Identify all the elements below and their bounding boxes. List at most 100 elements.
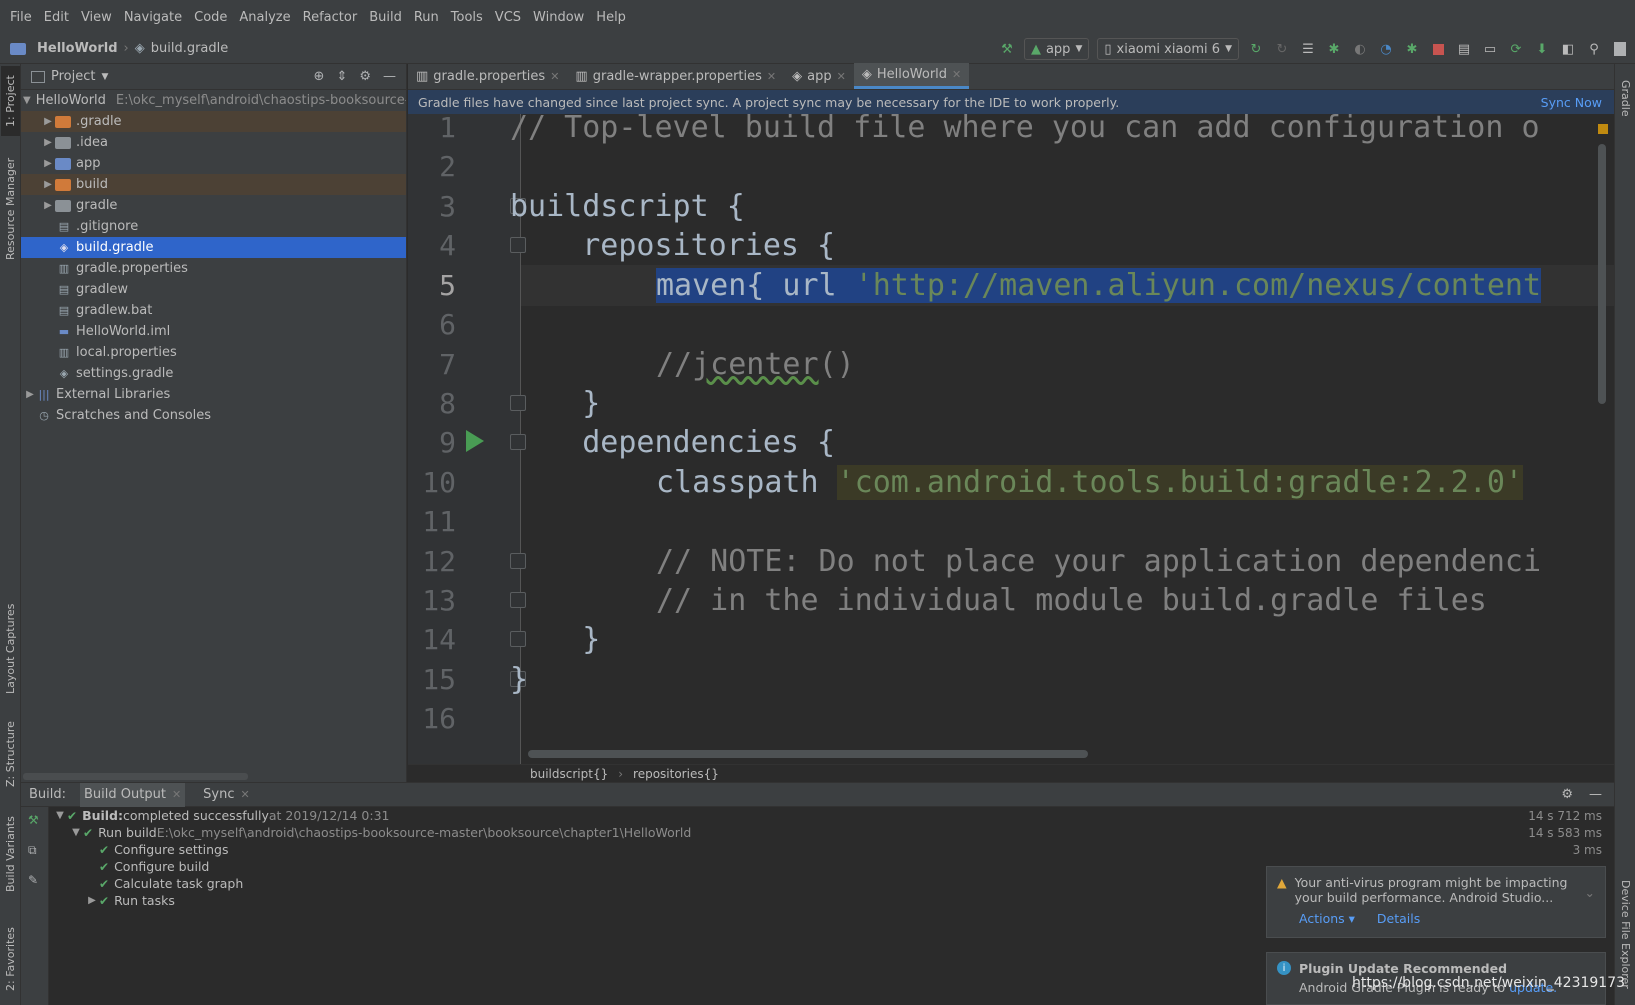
tab-helloworld[interactable]: ◈ HelloWorld ✕: [853, 63, 970, 89]
structure-tab[interactable]: Z: Structure: [1, 714, 20, 794]
tree-item-local-properties[interactable]: ▥ local.properties: [21, 342, 406, 363]
code-area[interactable]: // Top-level build file where you can ad…: [510, 114, 1614, 764]
menu-tools[interactable]: Tools: [445, 10, 489, 25]
gradle-tool-tab[interactable]: Gradle: [1616, 68, 1635, 128]
debug-icon[interactable]: ✱: [1325, 40, 1343, 58]
tab-sync[interactable]: Sync ✕: [199, 783, 254, 807]
locate-icon[interactable]: ⊕: [314, 69, 325, 84]
gear-icon[interactable]: ⚙: [1561, 787, 1573, 802]
expanded-arrow-icon[interactable]: ▼: [69, 827, 83, 838]
tree-item-idea[interactable]: ▶ .idea: [21, 132, 406, 153]
rerun-icon[interactable]: ↻: [1247, 40, 1265, 58]
layout-captures-tab[interactable]: Layout Captures: [1, 594, 20, 704]
build-variants-tab[interactable]: Build Variants: [1, 809, 20, 899]
menu-edit[interactable]: Edit: [38, 10, 75, 25]
hide-icon[interactable]: —: [383, 69, 396, 84]
close-icon[interactable]: ✕: [241, 788, 250, 801]
pin-icon[interactable]: ✎: [28, 873, 42, 887]
make-project-icon[interactable]: ⚒: [998, 40, 1016, 58]
tree-item-external-libraries[interactable]: ▶ ||| External Libraries: [21, 384, 406, 405]
hide-icon[interactable]: —: [1589, 787, 1602, 802]
collapsed-arrow-icon[interactable]: ▶: [23, 389, 37, 400]
collapsed-arrow-icon[interactable]: ▶: [41, 116, 55, 127]
tree-item-root[interactable]: ▼ HelloWorld E:\okc_myself\android\chaos…: [21, 90, 406, 111]
device-selector[interactable]: ▯ xiaomi xiaomi 6 ▼: [1097, 38, 1239, 60]
tab-app[interactable]: ◈ app ✕: [784, 63, 854, 89]
menu-vcs[interactable]: VCS: [489, 10, 527, 25]
tree-item-settings-gradle[interactable]: ◈ settings.gradle: [21, 363, 406, 384]
tree-item-scratches[interactable]: ◷ Scratches and Consoles: [21, 405, 406, 426]
tree-item-gradle-properties[interactable]: ▥ gradle.properties: [21, 258, 406, 279]
run-config-selector[interactable]: ▲ app ▼: [1023, 38, 1090, 60]
collapsed-arrow-icon[interactable]: ▶: [41, 158, 55, 169]
menu-navigate[interactable]: Navigate: [118, 10, 188, 25]
search-icon[interactable]: ⚲: [1585, 40, 1603, 58]
hammer-icon[interactable]: ⚒: [28, 813, 42, 827]
expanded-arrow-icon[interactable]: ▼: [23, 95, 31, 106]
tab-build-output[interactable]: Build Output ✕: [80, 782, 186, 807]
gear-icon[interactable]: ⚙: [359, 69, 371, 84]
editor-crumb[interactable]: repositories{}: [633, 767, 719, 781]
actions-link[interactable]: Actions ▾: [1299, 911, 1355, 926]
collapsed-arrow-icon[interactable]: ▶: [85, 895, 99, 906]
collapsed-arrow-icon[interactable]: ▶: [41, 200, 55, 211]
tree-item-gradlew-bat[interactable]: ▤ gradlew.bat: [21, 300, 406, 321]
chevron-down-icon[interactable]: ⌄: [1585, 875, 1595, 905]
warning-marker[interactable]: [1598, 124, 1608, 134]
sync-gradle-icon[interactable]: ⟳: [1507, 40, 1525, 58]
tree-item-build[interactable]: ▶ build: [21, 174, 406, 195]
tree-item-iml[interactable]: ▬ HelloWorld.iml: [21, 321, 406, 342]
build-row[interactable]: ▼ ✔ Build: completed successfully at 201…: [53, 807, 1614, 824]
collapsed-arrow-icon[interactable]: ▶: [41, 137, 55, 148]
build-row[interactable]: ▼ ✔ Run build E:\okc_myself\android\chao…: [53, 824, 1614, 841]
layout-inspector-icon[interactable]: ◧: [1559, 40, 1577, 58]
menu-code[interactable]: Code: [188, 10, 233, 25]
run-gutter-icon[interactable]: [466, 430, 484, 452]
attach-debugger-icon[interactable]: ✱: [1403, 40, 1421, 58]
tab-gradle-wrapper-properties[interactable]: ▥ gradle-wrapper.properties ✕: [567, 63, 784, 89]
collapse-all-icon[interactable]: ⇕: [336, 69, 347, 84]
project-structure-icon[interactable]: ▤: [1455, 40, 1473, 58]
tab-gradle-properties[interactable]: ▥ gradle.properties ✕: [408, 63, 567, 89]
tree-item-app[interactable]: ▶ app: [21, 153, 406, 174]
toggle-view-icon[interactable]: ⧉: [28, 843, 42, 857]
avd-manager-icon[interactable]: ▭: [1481, 40, 1499, 58]
coverage-icon[interactable]: ☰: [1299, 40, 1317, 58]
antivirus-notification[interactable]: ▲ Your anti-virus program might be impac…: [1266, 866, 1606, 938]
chevron-down-icon[interactable]: ▼: [101, 72, 108, 82]
menu-window[interactable]: Window: [527, 10, 590, 25]
project-tool-tab[interactable]: 1: Project: [1, 66, 20, 136]
tree-item-gitignore[interactable]: ▤ .gitignore: [21, 216, 406, 237]
resource-manager-tab[interactable]: Resource Manager: [1, 149, 20, 269]
close-icon[interactable]: ✕: [837, 70, 846, 83]
expanded-arrow-icon[interactable]: ▼: [53, 810, 67, 821]
project-view-selector[interactable]: Project: [51, 69, 95, 84]
tree-item-build-gradle[interactable]: ◈ build.gradle: [21, 237, 406, 258]
menu-run[interactable]: Run: [408, 10, 445, 25]
apply-changes-icon[interactable]: ↻: [1273, 40, 1291, 58]
close-icon[interactable]: ✕: [952, 68, 961, 81]
close-icon[interactable]: ✕: [550, 70, 559, 83]
menu-view[interactable]: View: [75, 10, 118, 25]
menu-file[interactable]: File: [4, 10, 38, 25]
stop-icon[interactable]: [1429, 40, 1447, 58]
details-link[interactable]: Details: [1377, 911, 1420, 926]
menu-build[interactable]: Build: [363, 10, 408, 25]
build-row[interactable]: ✔ Configure settings 3 ms: [53, 841, 1614, 858]
editor-horizontal-scrollbar[interactable]: [528, 750, 1088, 758]
collapsed-arrow-icon[interactable]: ▶: [41, 179, 55, 190]
menu-refactor[interactable]: Refactor: [297, 10, 364, 25]
breadcrumb-file[interactable]: build.gradle: [151, 41, 229, 56]
sdk-manager-icon[interactable]: ⬇: [1533, 40, 1551, 58]
code-editor[interactable]: 1 2 3 4 5 6 7 8 9 10 11 12 13 14 15 16 /…: [408, 114, 1614, 764]
account-icon[interactable]: [1611, 40, 1629, 58]
close-icon[interactable]: ✕: [172, 788, 181, 801]
profiler-icon[interactable]: ◔: [1377, 40, 1395, 58]
breadcrumb-project[interactable]: HelloWorld: [37, 41, 118, 56]
profile-icon[interactable]: ◐: [1351, 40, 1369, 58]
editor-crumb[interactable]: buildscript{}: [530, 767, 608, 781]
menu-analyze[interactable]: Analyze: [233, 10, 296, 25]
tree-item-gradlew[interactable]: ▤ gradlew: [21, 279, 406, 300]
sync-now-link[interactable]: Sync Now: [1541, 95, 1614, 110]
favorites-tab[interactable]: 2: Favorites: [1, 919, 20, 999]
